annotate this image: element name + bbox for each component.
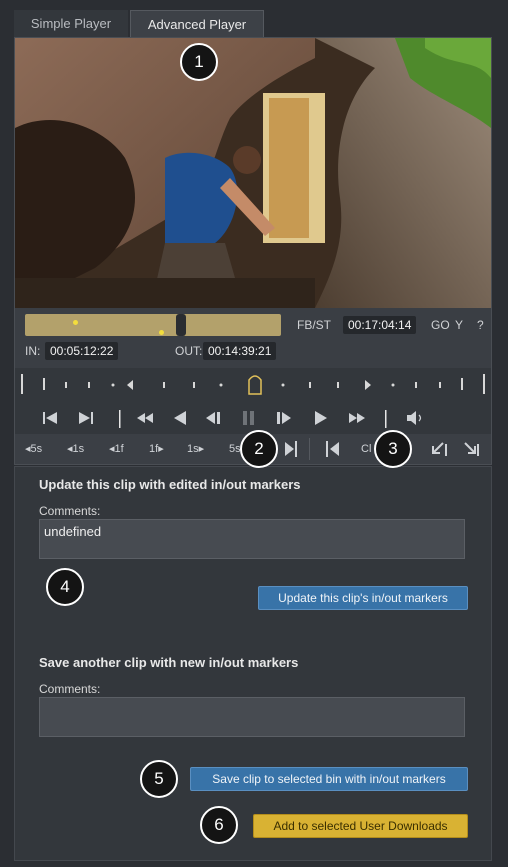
mark-out-icon[interactable] bbox=[285, 441, 297, 457]
scrub-handle[interactable] bbox=[176, 314, 186, 336]
save-clip-button[interactable]: Save clip to selected bin with in/out ma… bbox=[190, 767, 468, 791]
clip-label-partial[interactable]: Cl bbox=[361, 434, 371, 464]
fbst-label: FB/ST bbox=[297, 318, 332, 332]
callout-4: 4 bbox=[46, 568, 84, 606]
jog-ticks bbox=[21, 374, 485, 395]
step-back-icon[interactable] bbox=[206, 412, 220, 424]
tab-advanced-player[interactable]: Advanced Player bbox=[130, 10, 264, 38]
mark-in-icon[interactable] bbox=[326, 441, 339, 457]
player-tabs: Simple Player Advanced Player bbox=[14, 10, 504, 38]
update-comments-label: Comments: bbox=[39, 504, 101, 518]
callout-6: 6 bbox=[200, 806, 238, 844]
divider bbox=[385, 410, 387, 428]
tab-simple-player[interactable]: Simple Player bbox=[14, 10, 128, 38]
go-to-out-icon[interactable] bbox=[79, 412, 93, 424]
pause-icon[interactable] bbox=[243, 411, 254, 425]
transport-controls bbox=[15, 402, 491, 434]
in-timecode[interactable]: 00:05:12:22 bbox=[45, 342, 119, 360]
add-to-downloads-button[interactable]: Add to selected User Downloads bbox=[253, 814, 468, 838]
timecode-strip: FB/ST 00:17:04:14 GO Y ? IN: 00:05:12:22… bbox=[15, 310, 491, 364]
update-comments-field[interactable]: undefined bbox=[39, 519, 465, 559]
play-icon[interactable] bbox=[315, 411, 327, 425]
step-fwd-1s[interactable]: 1s▸ bbox=[187, 434, 204, 464]
divider bbox=[119, 410, 121, 428]
update-markers-button[interactable]: Update this clip's in/out markers bbox=[258, 586, 468, 610]
callout-1: 1 bbox=[180, 43, 218, 81]
go-button[interactable]: GO bbox=[431, 318, 450, 332]
callout-5: 5 bbox=[140, 760, 178, 798]
play-reverse-icon[interactable] bbox=[174, 411, 186, 425]
current-timecode[interactable]: 00:17:04:14 bbox=[343, 316, 417, 334]
advanced-player: FB/ST 00:17:04:14 GO Y ? IN: 00:05:12:22… bbox=[14, 37, 492, 465]
step-back-1f[interactable]: ◂1f bbox=[109, 434, 124, 464]
clip-edit-panel: Update this clip with edited in/out mark… bbox=[14, 466, 492, 861]
import-in-icon[interactable] bbox=[432, 442, 447, 456]
in-marker-dot bbox=[73, 320, 78, 325]
step-forward-icon[interactable] bbox=[277, 412, 291, 424]
volume-icon[interactable] bbox=[407, 411, 422, 425]
help-button[interactable]: ? bbox=[477, 318, 484, 332]
save-section-title: Save another clip with new in/out marker… bbox=[39, 655, 299, 670]
callout-3: 3 bbox=[374, 430, 412, 468]
rewind-icon[interactable] bbox=[137, 413, 153, 423]
step-back-1s[interactable]: ◂1s bbox=[67, 434, 84, 464]
out-timecode[interactable]: 00:14:39:21 bbox=[203, 342, 277, 360]
step-fwd-1f[interactable]: 1f▸ bbox=[149, 434, 164, 464]
in-label: IN: bbox=[25, 344, 41, 358]
video-still-image bbox=[15, 38, 491, 308]
y-button[interactable]: Y bbox=[455, 318, 463, 332]
save-comments-label: Comments: bbox=[39, 682, 101, 696]
scrub-bar[interactable] bbox=[25, 314, 281, 336]
out-marker-dot bbox=[159, 330, 164, 335]
fast-forward-icon[interactable] bbox=[349, 413, 365, 423]
out-label: OUT: bbox=[175, 344, 203, 358]
jog-shuttle-bar[interactable] bbox=[15, 368, 491, 402]
go-to-in-icon[interactable] bbox=[43, 412, 57, 424]
export-out-icon[interactable] bbox=[464, 442, 479, 456]
save-comments-field[interactable] bbox=[39, 697, 465, 737]
video-frame[interactable] bbox=[15, 38, 491, 308]
update-section-title: Update this clip with edited in/out mark… bbox=[39, 477, 301, 492]
step-back-5s[interactable]: ◂5s bbox=[25, 434, 42, 464]
callout-2: 2 bbox=[240, 430, 278, 468]
